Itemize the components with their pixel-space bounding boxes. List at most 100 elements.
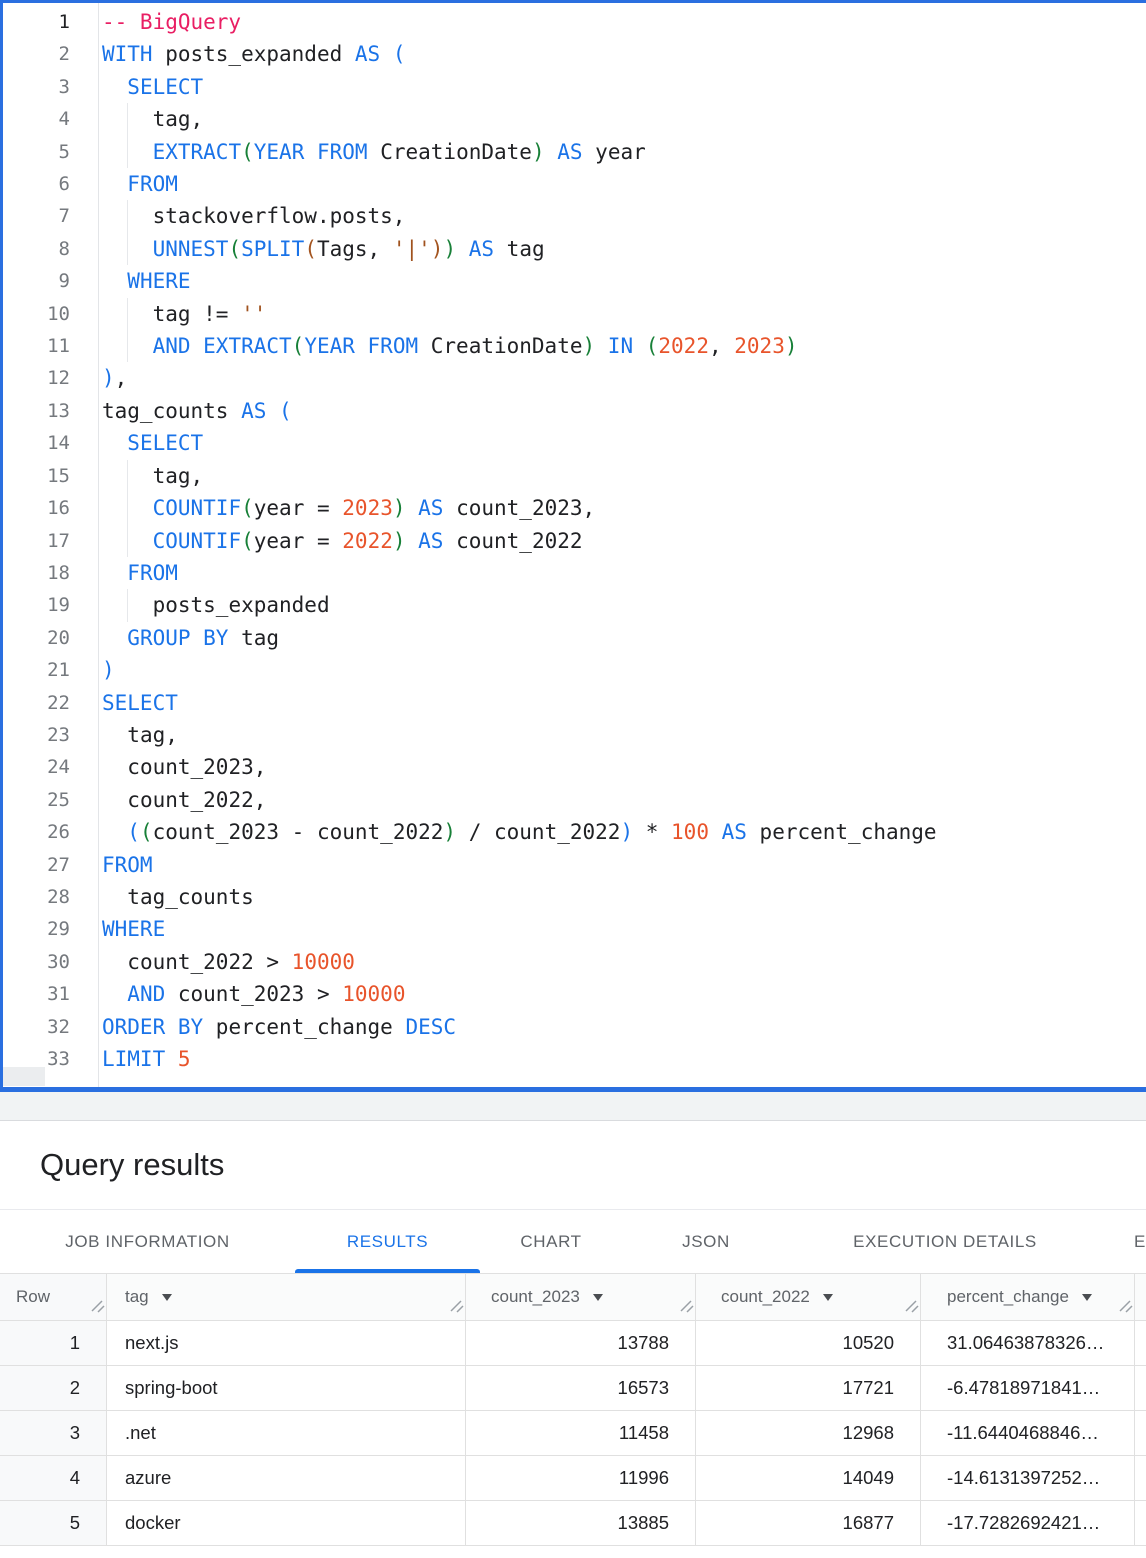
- indent-guide: [127, 460, 152, 492]
- sql-token: 10000: [292, 946, 355, 978]
- code-line[interactable]: 13tag_counts AS (: [3, 395, 1146, 427]
- sql-token: LIMIT: [102, 1043, 178, 1075]
- sql-token: (: [241, 136, 254, 168]
- tab-json[interactable]: JSON: [622, 1210, 790, 1273]
- tab-ex[interactable]: EX: [1100, 1210, 1146, 1273]
- column-resize-handle-icon[interactable]: [904, 1298, 919, 1318]
- sql-token: FROM: [127, 557, 178, 589]
- code-line[interactable]: 16COUNTIF(year = 2023) AS count_2023,: [3, 492, 1146, 524]
- sql-token: 2022: [342, 525, 393, 557]
- code-line[interactable]: 2WITH posts_expanded AS (: [3, 38, 1146, 70]
- code-line[interactable]: 26((count_2023 - count_2022) / count_202…: [3, 816, 1146, 848]
- sql-token: SELECT: [127, 427, 203, 459]
- code-line[interactable]: 33LIMIT 5: [3, 1043, 1146, 1075]
- code-line[interactable]: 31AND count_2023 > 10000: [3, 978, 1146, 1010]
- code-line[interactable]: 11AND EXTRACT(YEAR FROM CreationDate) IN…: [3, 330, 1146, 362]
- sql-editor[interactable]: 1-- BigQuery2WITH posts_expanded AS (3SE…: [0, 0, 1146, 1092]
- sql-token: year =: [254, 492, 343, 524]
- column-header-count_2023[interactable]: count_2023: [466, 1274, 696, 1320]
- line-number: 14: [3, 427, 98, 459]
- sql-token: tag,: [153, 103, 204, 135]
- count-2023-cell: 13788: [466, 1321, 696, 1365]
- tab-chart[interactable]: CHART: [480, 1210, 622, 1273]
- line-number: 22: [3, 687, 98, 719]
- code-line[interactable]: 3SELECT: [3, 71, 1146, 103]
- sql-token: year =: [254, 525, 343, 557]
- editor-content[interactable]: 1-- BigQuery2WITH posts_expanded AS (3SE…: [3, 3, 1146, 1087]
- table-row: 4azure1199614049-14.6131397252…: [0, 1456, 1146, 1501]
- percent-change-cell: 31.06463878326…: [921, 1321, 1135, 1365]
- code-line[interactable]: 30count_2022 > 10000: [3, 946, 1146, 978]
- sql-token: posts_expanded: [153, 38, 355, 70]
- column-resize-handle-icon[interactable]: [449, 1298, 464, 1318]
- sql-token: AS: [355, 38, 380, 70]
- indent-guide: [102, 200, 127, 232]
- column-resize-handle-icon[interactable]: [90, 1298, 105, 1318]
- column-header-tag[interactable]: tag: [107, 1274, 466, 1320]
- line-number: 21: [3, 654, 98, 686]
- sort-dropdown-icon[interactable]: [1082, 1294, 1092, 1301]
- sort-dropdown-icon[interactable]: [593, 1294, 603, 1301]
- indent-guide: [102, 557, 127, 589]
- sql-token: tag_counts: [127, 881, 253, 913]
- tag-cell: .net: [107, 1411, 466, 1455]
- sql-token: tag: [494, 233, 545, 265]
- column-header-label: tag: [125, 1287, 149, 1307]
- indent-guide: [127, 103, 152, 135]
- code-line[interactable]: 17COUNTIF(year = 2022) AS count_2022: [3, 525, 1146, 557]
- column-header-percent_change[interactable]: percent_change: [921, 1274, 1135, 1320]
- indent-guide: [102, 136, 127, 168]
- column-header-count_2022[interactable]: count_2022: [696, 1274, 921, 1320]
- code-line[interactable]: 8UNNEST(SPLIT(Tags, '|')) AS tag: [3, 233, 1146, 265]
- code-line[interactable]: 5EXTRACT(YEAR FROM CreationDate) AS year: [3, 136, 1146, 168]
- row-filler: [1135, 1366, 1146, 1410]
- sql-token: ): [431, 233, 444, 265]
- code-line[interactable]: 27FROM: [3, 849, 1146, 881]
- code-line[interactable]: 22SELECT: [3, 687, 1146, 719]
- code-line[interactable]: 15tag,: [3, 460, 1146, 492]
- count-2023-cell: 13885: [466, 1501, 696, 1545]
- code-line[interactable]: 9WHERE: [3, 265, 1146, 297]
- tab-job-information[interactable]: JOB INFORMATION: [0, 1210, 295, 1273]
- sql-token: UNNEST: [153, 233, 229, 265]
- code-line[interactable]: 19posts_expanded: [3, 589, 1146, 621]
- line-number: 29: [3, 913, 98, 945]
- tab-results[interactable]: RESULTS: [295, 1210, 480, 1273]
- code-line[interactable]: 25count_2022,: [3, 784, 1146, 816]
- sort-dropdown-icon[interactable]: [162, 1294, 172, 1301]
- code-line[interactable]: 12),: [3, 362, 1146, 394]
- row-number-cell: 2: [0, 1366, 107, 1410]
- column-resize-handle-icon[interactable]: [1118, 1298, 1133, 1318]
- sort-dropdown-icon[interactable]: [823, 1294, 833, 1301]
- horizontal-scrollbar-thumb[interactable]: [3, 1067, 45, 1086]
- panel-splitter[interactable]: [0, 1092, 1146, 1121]
- code-line[interactable]: 32ORDER BY percent_change DESC: [3, 1011, 1146, 1043]
- indent-guide: [102, 719, 127, 751]
- sql-token: GROUP BY: [127, 622, 228, 654]
- code-line[interactable]: 6FROM: [3, 168, 1146, 200]
- sql-token: AS: [241, 395, 266, 427]
- code-line[interactable]: 28tag_counts: [3, 881, 1146, 913]
- line-number: 10: [3, 298, 98, 330]
- code-line[interactable]: 4tag,: [3, 103, 1146, 135]
- sql-token: AS: [709, 816, 747, 848]
- indent-guide: [102, 265, 127, 297]
- tab-execution-details[interactable]: EXECUTION DETAILS: [790, 1210, 1100, 1273]
- code-line[interactable]: 10tag != '': [3, 298, 1146, 330]
- code-line[interactable]: 23tag,: [3, 719, 1146, 751]
- code-line-text: tag,: [102, 103, 1146, 135]
- sql-token: ): [583, 330, 596, 362]
- column-resize-handle-icon[interactable]: [679, 1298, 694, 1318]
- code-line[interactable]: 21): [3, 654, 1146, 686]
- count-2022-cell: 12968: [696, 1411, 921, 1455]
- sql-token: AND EXTRACT: [153, 330, 292, 362]
- code-line[interactable]: 7stackoverflow.posts,: [3, 200, 1146, 232]
- code-line[interactable]: 1-- BigQuery: [3, 6, 1146, 38]
- code-line[interactable]: 14 SELECT: [3, 427, 1146, 459]
- code-line[interactable]: 18FROM: [3, 557, 1146, 589]
- code-line[interactable]: 29WHERE: [3, 913, 1146, 945]
- code-line[interactable]: 24count_2023,: [3, 751, 1146, 783]
- line-number: 27: [3, 849, 98, 881]
- code-line[interactable]: 20GROUP BY tag: [3, 622, 1146, 654]
- indent-guide: [127, 233, 152, 265]
